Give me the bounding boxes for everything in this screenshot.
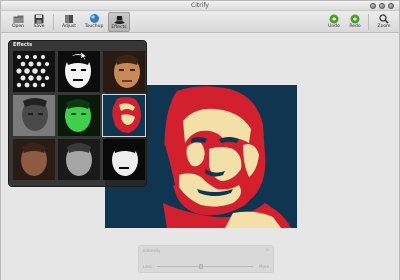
thumb-sepia-dark[interactable] [13,139,55,180]
undo-label: Undo [328,24,340,29]
save-button[interactable]: Save [28,12,50,32]
thumb-highcontrast[interactable] [58,51,100,92]
window-title: Citrify [191,2,209,9]
maximize-button[interactable] [379,3,385,9]
thumb-grayscale[interactable] [58,139,100,180]
zoom-button[interactable]: Zoom [373,12,395,32]
effects-panel-header: Effects [9,41,146,57]
thumb-bw[interactable] [103,139,145,180]
thumb-poster[interactable] [102,94,146,137]
undo-icon [329,13,340,24]
effects-panel-title: Effects [13,42,33,48]
adjust-label: Adjust [61,24,77,29]
open-button[interactable]: Open [7,12,29,32]
intensity-slider-handle[interactable] [199,264,203,269]
effects-button[interactable]: Effects [108,12,130,32]
touchup-label: Touchup [84,24,104,29]
adjust-icon [64,13,75,24]
zoom-icon [379,13,390,24]
adjust-button[interactable]: Adjust [58,12,80,32]
redo-label: Redo [349,24,361,29]
intensity-title: Intensity [143,248,161,253]
touchup-button[interactable]: Touchup [83,12,105,32]
open-label: Open [11,24,25,29]
intensity-panel: Intensity × Less More [138,245,274,273]
titlebar: Citrify [1,1,399,11]
toolbar-separator [53,14,54,30]
floppy-disk-icon [34,13,45,24]
zoom-label: Zoom [377,24,391,29]
intensity-more-label: More [259,264,269,269]
intensity-less-label: Less [143,264,152,269]
thumb-polkadot[interactable] [13,51,55,92]
redo-icon [350,13,361,24]
close-button[interactable] [388,3,394,9]
toolbar: Open Save Adjust Touchup Effects Undo Re… [1,11,399,33]
undo-button[interactable]: Undo [323,12,345,32]
effects-panel: Effects [8,40,147,187]
gear-icon[interactable] [136,42,142,57]
thumb-grayscale-pencil[interactable] [13,95,55,136]
touchup-icon [89,13,100,24]
toolbar-separator-right [368,14,369,30]
minimize-button[interactable] [370,3,376,9]
intensity-close-button[interactable]: × [266,247,269,252]
folder-icon [13,13,24,24]
thumb-green[interactable] [58,95,100,136]
app-window: Citrify Open Save Adjust Touchup Effects… [0,0,400,280]
window-controls [370,3,394,9]
mouse-cursor-icon [80,45,88,64]
redo-button[interactable]: Redo [344,12,366,32]
intensity-slider-track[interactable] [157,266,253,267]
save-label: Save [33,24,45,29]
effects-hat-icon [114,14,125,25]
effects-label: Effects [111,25,127,30]
thumb-warm[interactable] [103,51,145,92]
